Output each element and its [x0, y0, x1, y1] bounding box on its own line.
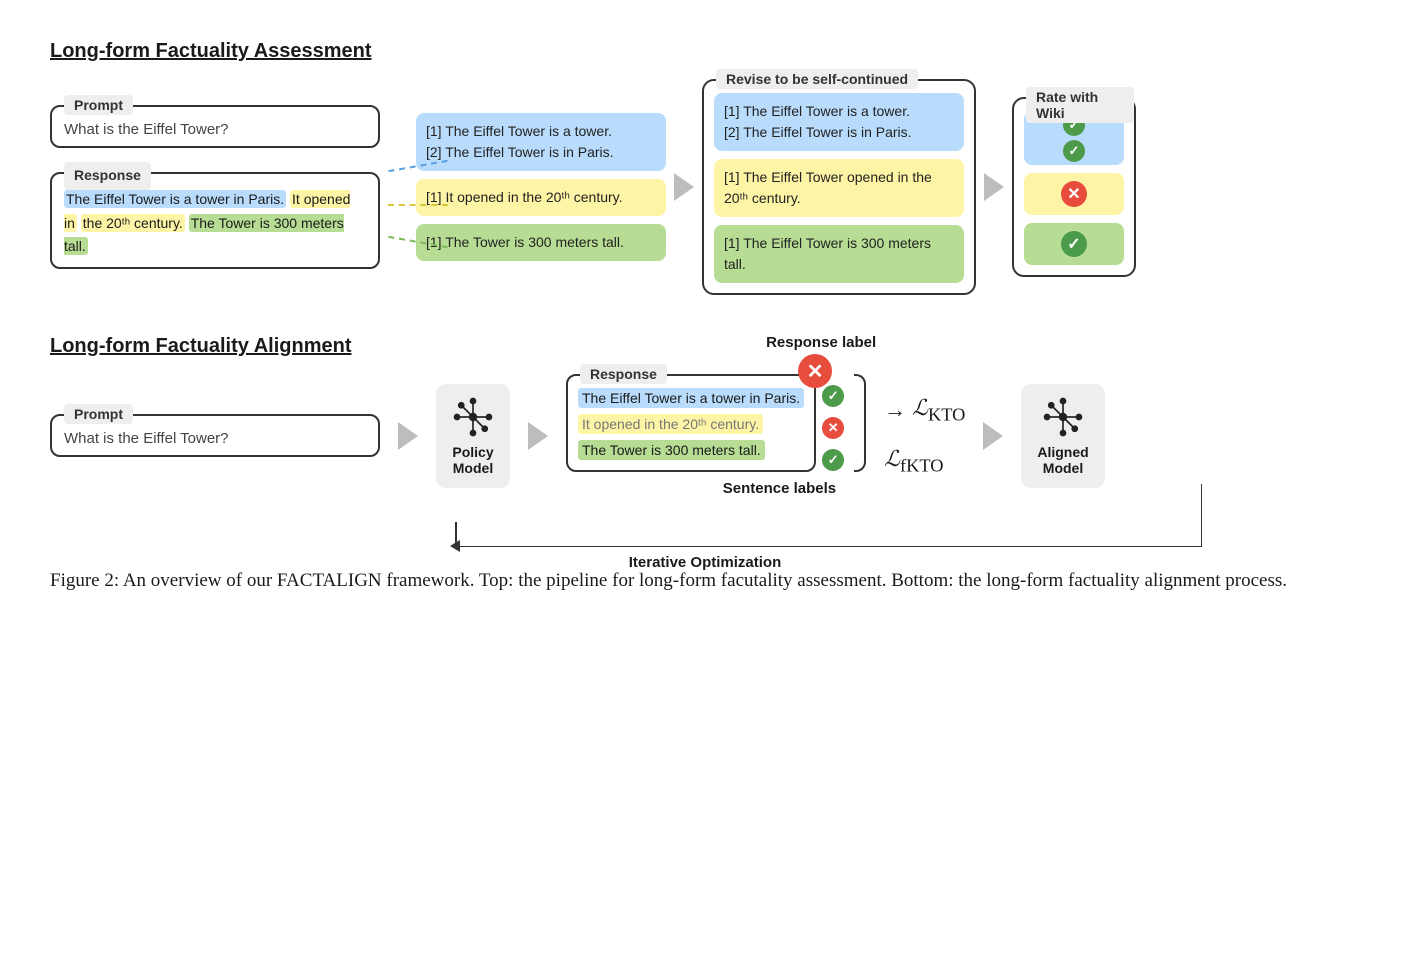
- alignment-flow: Prompt What is the Eiffel Tower? Policy …: [50, 374, 1360, 497]
- resp-line-yellow: It opened in the 20ᵗʰ century.: [578, 414, 763, 434]
- rate-slot-yellow: ✕: [1024, 173, 1124, 215]
- aligned-model-label: Aligned Model: [1037, 444, 1088, 476]
- revised-yellow-1: [1] The Eiffel Tower opened in the 20ᵗʰ …: [724, 167, 954, 209]
- revised-blue-1: [1] The Eiffel Tower is a tower.: [724, 101, 954, 122]
- alignment-prompt-text: What is the Eiffel Tower?: [64, 430, 366, 447]
- aligned-model: Aligned Model: [1021, 384, 1104, 488]
- sentence-labels-text: Sentence labels: [566, 480, 866, 497]
- alignment-response-box: Response ✕ The Eiffel Tower is a tower i…: [566, 374, 816, 472]
- alignment-response-label: Response: [580, 364, 667, 384]
- check-icon: ✓: [1063, 140, 1085, 162]
- dashed-arrow-yellow: [388, 204, 448, 206]
- sentence-check-icon: ✓: [822, 449, 844, 471]
- resp-line-green: The Tower is 300 meters tall.: [578, 440, 765, 460]
- response-box: Response The Eiffel Tower is a tower in …: [50, 172, 380, 269]
- rate-slot-green: ✓: [1024, 223, 1124, 265]
- arrow-to-rate: [984, 173, 1004, 201]
- check-icon: ✓: [1061, 231, 1087, 257]
- sentence-check-icon: ✓: [822, 385, 844, 407]
- rate-label: Rate with Wiki: [1026, 87, 1134, 123]
- policy-model-label: Policy Model: [452, 444, 493, 476]
- revised-green-1: [1] The Eiffel Tower is 300 meters tall.: [724, 233, 954, 275]
- assessment-flow: Prompt What is the Eiffel Tower? Respons…: [50, 79, 1360, 295]
- revise-box: Revise to be self-continued [1] The Eiff…: [702, 79, 976, 295]
- decomposed-yellow: [1] It opened in the 20ᵗʰ century.: [416, 179, 666, 216]
- iter-arrowhead-icon: [450, 540, 460, 552]
- assessment-left-col: Prompt What is the Eiffel Tower? Respons…: [50, 105, 380, 269]
- assessment-title: Long-form Factuality Assessment: [50, 40, 1360, 63]
- decomposed-stack: [1] The Eiffel Tower is a tower. [2] The…: [416, 113, 666, 261]
- loss-kto: ℒKTO: [912, 395, 965, 425]
- response-span-blue: The Eiffel Tower is a tower in Paris.: [64, 190, 286, 208]
- prompt-text: What is the Eiffel Tower?: [64, 121, 366, 138]
- loss-labels: → ℒKTO ℒfKTO: [884, 395, 965, 476]
- sentence-x-icon: ✕: [822, 417, 844, 439]
- iter-line-vert-right: [1201, 484, 1203, 546]
- arrow-to-revise: [674, 173, 694, 201]
- arrow-to-aligned: [983, 422, 1003, 450]
- bracket-icon: [854, 374, 866, 472]
- graph-node-icon: [452, 396, 494, 438]
- decomposed-green-1: [1] The Tower is 300 meters tall.: [426, 232, 656, 253]
- response-label-text: Response label: [766, 334, 876, 351]
- loss-fkto: ℒfKTO: [884, 446, 965, 476]
- decomposed-blue-2: [2] The Eiffel Tower is in Paris.: [426, 142, 656, 163]
- revised-blue-2: [2] The Eiffel Tower is in Paris.: [724, 122, 954, 143]
- alignment-prompt-box: Prompt What is the Eiffel Tower?: [50, 414, 380, 457]
- rate-box: Rate with Wiki ✓ ✓ ✕ ✓: [1012, 97, 1136, 277]
- graph-node-icon: [1042, 396, 1084, 438]
- decomposed-blue-1: [1] The Eiffel Tower is a tower.: [426, 121, 656, 142]
- x-icon: ✕: [1061, 181, 1087, 207]
- iter-line: [455, 546, 1202, 547]
- response-x-icon: ✕: [798, 354, 832, 388]
- alignment-response-wrap: Response label Response ✕ The Eiffel Tow…: [566, 374, 866, 472]
- arrow-prompt-to-policy: [398, 422, 418, 450]
- alignment-title: Long-form Factuality Alignment: [50, 335, 1360, 358]
- decomposed-blue: [1] The Eiffel Tower is a tower. [2] The…: [416, 113, 666, 171]
- revised-blue: [1] The Eiffel Tower is a tower. [2] The…: [714, 93, 964, 151]
- arrow-policy-to-response: [528, 422, 548, 450]
- decomposed-yellow-1: [1] It opened in the 20ᵗʰ century.: [426, 187, 656, 208]
- response-span-yellow-b: the 20ᵗʰ century.: [81, 214, 185, 232]
- revise-label: Revise to be self-continued: [716, 69, 918, 89]
- iterative-optimization-label: Iterative Optimization: [50, 554, 1360, 571]
- prompt-label: Prompt: [64, 95, 133, 115]
- resp-line-blue: The Eiffel Tower is a tower in Paris.: [578, 388, 804, 408]
- revised-yellow: [1] The Eiffel Tower opened in the 20ᵗʰ …: [714, 159, 964, 217]
- prompt-box: Prompt What is the Eiffel Tower?: [50, 105, 380, 148]
- policy-model: Policy Model: [436, 384, 510, 488]
- alignment-prompt-label: Prompt: [64, 404, 133, 424]
- figure-caption: Figure 2: An overview of our FACTALIGN f…: [50, 567, 1360, 595]
- arrow-to-kto-icon: →: [884, 397, 906, 423]
- revised-green: [1] The Eiffel Tower is 300 meters tall.: [714, 225, 964, 283]
- response-label: Response: [64, 162, 151, 190]
- decomposed-green: [1] The Tower is 300 meters tall.: [416, 224, 666, 261]
